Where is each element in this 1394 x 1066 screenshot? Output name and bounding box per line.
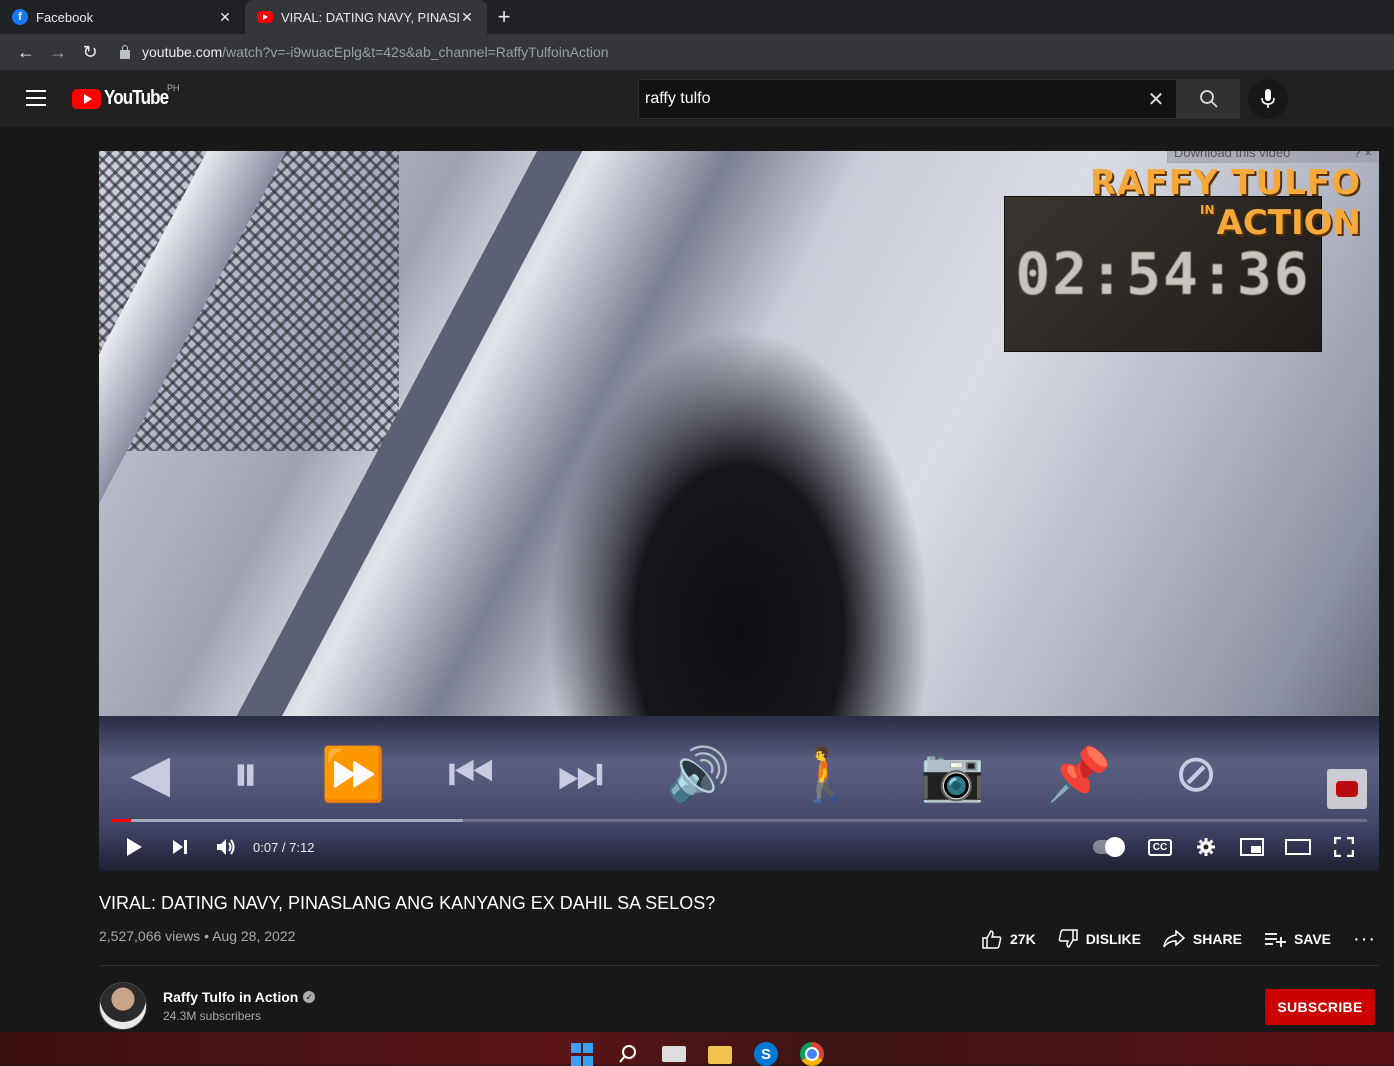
progress-buffered (111, 819, 463, 822)
captions-button[interactable]: CC (1137, 827, 1183, 867)
autoplay-toggle-icon (1093, 837, 1125, 857)
youtube-logo[interactable]: YouTube PH (72, 83, 180, 110)
download-bar-help[interactable]: ? × (1354, 151, 1372, 160)
youtube-play-logo-icon (72, 88, 101, 109)
thumbs-down-icon (1058, 929, 1078, 948)
volume-button[interactable] (203, 827, 249, 867)
settings-button[interactable] (1183, 827, 1229, 867)
channel-name: Raffy Tulfo in Action (163, 989, 299, 1005)
chrome-icon[interactable] (800, 1042, 824, 1066)
volume-icon (217, 839, 235, 855)
share-button[interactable]: SHARE (1163, 930, 1242, 948)
reload-icon[interactable]: ↻ (74, 36, 106, 68)
frame-toolbar-glyphs: ◀ ⏸ ⏩ ⏮ ⏭ 🔊 🚶 📷 📌 ⊘ (130, 744, 1218, 805)
theater-mode-button[interactable] (1275, 827, 1321, 867)
voice-search-button[interactable] (1248, 79, 1288, 119)
subscribe-button[interactable]: SUBSCRIBE (1265, 989, 1375, 1025)
share-icon (1163, 930, 1185, 948)
windows-start-icon[interactable] (570, 1042, 594, 1066)
logo-text: YouTube (104, 87, 169, 109)
save-button[interactable]: SAVE (1264, 931, 1331, 947)
youtube-icon (257, 11, 273, 23)
tab-title: Facebook (36, 9, 94, 25)
forward-arrow-icon[interactable]: → (42, 36, 74, 68)
player-controls: 0:07 / 7:12 CC (99, 827, 1379, 867)
progress-bar[interactable] (111, 819, 1367, 822)
facebook-icon: f (12, 9, 28, 25)
skip-next-icon (173, 840, 187, 854)
autoplay-toggle[interactable] (1091, 827, 1137, 867)
more-actions-button[interactable]: ··· (1353, 928, 1376, 951)
dislike-label: DISLIKE (1085, 931, 1141, 947)
theater-mode-icon (1285, 839, 1311, 855)
tab-title: VIRAL: DATING NAVY, PINASLAN (281, 9, 459, 25)
close-tab-icon[interactable]: ✕ (217, 9, 233, 26)
skype-icon[interactable]: S (754, 1042, 778, 1066)
save-label: SAVE (1293, 931, 1332, 947)
divider (99, 965, 1379, 966)
miniplayer-button[interactable] (1229, 827, 1275, 867)
brand-line2: ACTION (1216, 203, 1361, 243)
task-view-icon[interactable] (662, 1046, 686, 1062)
taskbar-search-icon[interactable] (616, 1042, 640, 1066)
verified-check-icon: ✓ (303, 991, 316, 1003)
tab-youtube[interactable]: VIRAL: DATING NAVY, PINASLAN ✕ (245, 0, 487, 34)
search-input[interactable] (645, 90, 1136, 108)
play-icon (127, 838, 142, 856)
video-actions: 27K DISLIKE SHARE SAVE ··· (982, 926, 1376, 952)
address-bar: ← → ↻ youtube.com/watch?v=-i9wuacEplg&t=… (0, 34, 1394, 70)
url-host: youtube.com (142, 44, 223, 60)
dislike-button[interactable]: DISLIKE (1058, 929, 1141, 949)
timecode: 0:07 / 7:12 (253, 839, 315, 855)
url-field[interactable]: youtube.com/watch?v=-i9wuacEplg&t=42s&ab… (120, 44, 609, 60)
clear-search-icon[interactable]: ✕ (1136, 87, 1176, 112)
close-tab-icon[interactable]: ✕ (459, 9, 475, 26)
search-box: ✕ (638, 79, 1177, 119)
clock-text: 02:54:36 (1015, 240, 1311, 308)
play-button[interactable] (111, 827, 157, 867)
like-button[interactable]: 27K (982, 929, 1036, 949)
subscriber-count: 24.3M subscribers (163, 1009, 262, 1023)
search-button[interactable] (1177, 79, 1240, 119)
channel-row: Raffy Tulfo in Action ✓ 24.3M subscriber… (99, 982, 316, 1030)
file-explorer-icon[interactable] (708, 1046, 732, 1064)
channel-name-row[interactable]: Raffy Tulfo in Action ✓ (163, 989, 316, 1005)
os-taskbar: S (0, 1032, 1394, 1066)
country-code: PH (167, 83, 180, 93)
download-label: Download this video (1174, 151, 1291, 160)
fullscreen-icon (1334, 837, 1354, 857)
progress-played (111, 819, 132, 822)
gear-icon (1197, 838, 1215, 856)
miniplayer-icon (1240, 838, 1264, 856)
brand-in: IN (1200, 203, 1215, 217)
next-button[interactable] (157, 827, 203, 867)
like-count: 27K (1010, 931, 1036, 947)
playlist-add-icon (1264, 933, 1286, 947)
share-label: SHARE (1192, 931, 1242, 947)
brand-line1: RAFFY TULFO (1090, 163, 1361, 203)
search-icon (1199, 90, 1218, 108)
youtube-header: YouTube PH ✕ (0, 70, 1394, 127)
video-frame[interactable]: 02:54:36 RAFFY TULFO INACTION Download t… (99, 151, 1379, 871)
captions-icon: CC (1147, 838, 1173, 856)
video-views-date: 2,527,066 views • Aug 28, 2022 (99, 928, 296, 944)
back-arrow-icon[interactable]: ← (10, 36, 42, 68)
menu-icon[interactable] (26, 90, 46, 106)
microphone-icon (1261, 89, 1275, 108)
download-video-bar[interactable]: Download this video ? × (1167, 151, 1379, 163)
new-tab-button[interactable]: + (487, 0, 521, 34)
url-path: /watch?v=-i9wuacEplg&t=42s&ab_channel=Ra… (222, 44, 609, 60)
thumbs-up-icon (982, 930, 1002, 949)
video-title: VIRAL: DATING NAVY, PINASLANG ANG KANYAN… (99, 893, 716, 913)
channel-brand-overlay: RAFFY TULFO INACTION (1090, 163, 1361, 243)
channel-avatar[interactable] (99, 982, 147, 1030)
video-player[interactable]: 02:54:36 RAFFY TULFO INACTION Download t… (99, 151, 1379, 871)
channel-info: Raffy Tulfo in Action ✓ 24.3M subscriber… (163, 989, 316, 1023)
lock-icon[interactable] (120, 44, 130, 59)
subscribe-watermark-icon[interactable] (1327, 769, 1367, 809)
browser-tab-strip: f Facebook ✕ VIRAL: DATING NAVY, PINASLA… (0, 0, 1394, 34)
fullscreen-button[interactable] (1321, 827, 1367, 867)
tab-facebook[interactable]: f Facebook ✕ (0, 0, 245, 34)
